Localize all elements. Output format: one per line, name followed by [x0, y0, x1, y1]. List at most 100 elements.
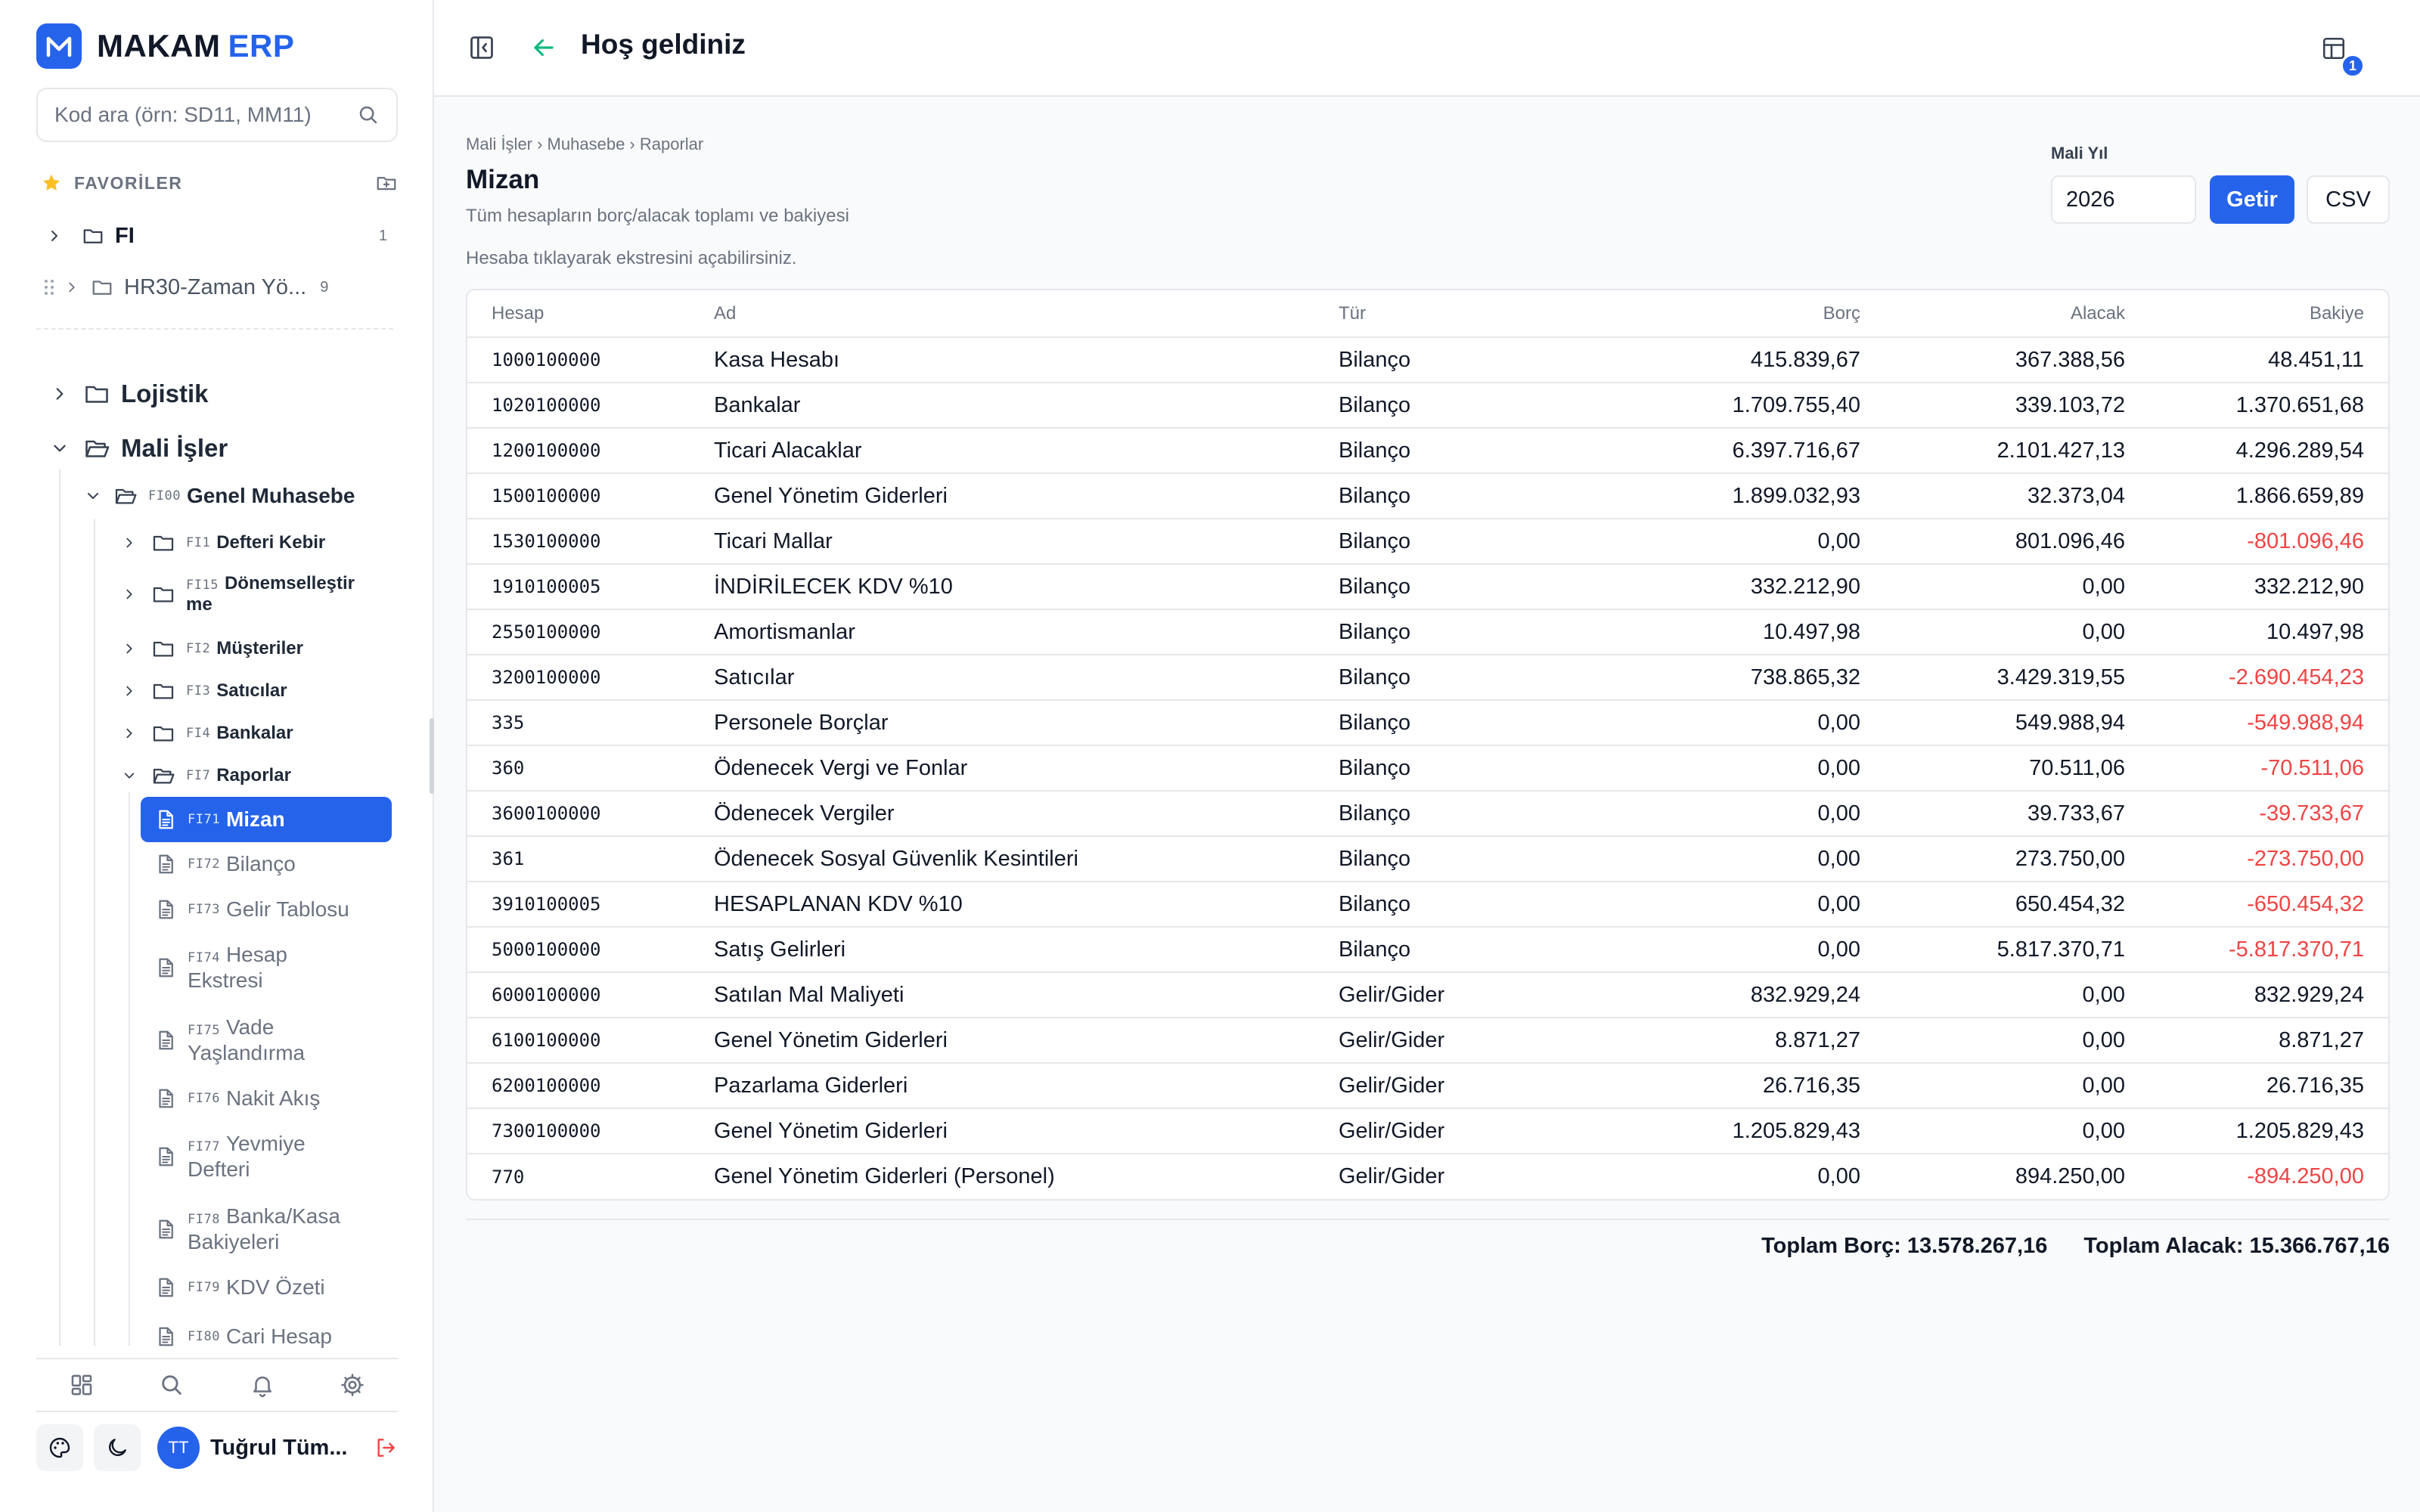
- table-row[interactable]: 770 Genel Yönetim Giderleri (Personel) Gel…: [467, 1154, 2388, 1199]
- table-row[interactable]: 3200100000 Satıcılar Bilanço 738.865,32 3.42…: [467, 655, 2388, 701]
- tree-item-mali-isler[interactable]: Mali İşler: [51, 434, 228, 463]
- tree-item-kdv-ozeti[interactable]: FI79 KDV Özeti: [154, 1275, 325, 1300]
- credit-cell: 650.454,32: [1860, 881, 2125, 928]
- tree-code: FI7: [186, 768, 211, 783]
- debit-cell: 1.205.829,43: [1543, 1108, 1860, 1154]
- table-row[interactable]: 6200100000 Pazarlama Giderleri Gelir/Gider…: [467, 1063, 2388, 1109]
- table-row[interactable]: 360 Ödenecek Vergi ve Fonlar Bilanço 0,00 70…: [467, 745, 2388, 792]
- table-row[interactable]: 2550100000 Amortismanlar Bilanço 10.497,98 0…: [467, 609, 2388, 655]
- tree-item-saticilar[interactable]: FI3 Satıcılar: [121, 679, 287, 703]
- table-row[interactable]: 1000100000 Kasa Hesabı Bilanço 415.839,67 36…: [467, 337, 2388, 383]
- sidebar-scrollbar[interactable]: [430, 718, 434, 794]
- column-header-alacak[interactable]: Alacak: [1860, 290, 2125, 338]
- code-search-input[interactable]: [54, 103, 357, 127]
- page-title: Mizan: [466, 165, 540, 194]
- bell-icon[interactable]: [250, 1372, 275, 1398]
- account-type-cell: Bilanço: [1339, 791, 1543, 837]
- tree-item-donemsellestirme[interactable]: FI15 Dönemselleştir me: [121, 573, 355, 615]
- debit-cell: 332.212,90: [1543, 564, 1860, 610]
- account-name-cell: Personele Borçlar: [714, 700, 1339, 746]
- credit-cell: 0,00: [1860, 1063, 2125, 1109]
- favorite-item-fi[interactable]: FI 1: [47, 219, 387, 253]
- folder-icon: [151, 679, 175, 703]
- palette-icon[interactable]: [36, 1424, 83, 1471]
- csv-button[interactable]: CSV: [2307, 175, 2390, 224]
- balance-cell: -273.750,00: [2125, 836, 2388, 882]
- chevron-right-icon: [121, 684, 138, 698]
- table-row[interactable]: 335 Personele Borçlar Bilanço 0,00 549.988,9…: [467, 700, 2388, 746]
- column-header-hesap[interactable]: Hesap: [467, 290, 714, 338]
- tree-item-banka-kasa[interactable]: FI78 Banka/Kasa Bakiyeleri: [154, 1204, 340, 1255]
- tree-item-genel-muhasebe[interactable]: FI00 Genel Muhasebe: [85, 484, 355, 508]
- account-name-cell: Genel Yönetim Giderleri (Personel): [714, 1164, 1055, 1188]
- notification-badge: 1: [2341, 54, 2364, 77]
- table-row[interactable]: 5000100000 Satış Gelirleri Bilanço 0,00 5.81…: [467, 927, 2388, 973]
- document-icon: [154, 1087, 177, 1110]
- table-row[interactable]: 1020100000 Bankalar Bilanço 1.709.755,40 339…: [467, 383, 2388, 429]
- tree-item-cari-hesap[interactable]: FI80 Cari Hesap: [154, 1320, 332, 1353]
- tree-item-vade-yaslandirma[interactable]: FI75 Vade Yaşlandırma: [154, 1015, 305, 1066]
- tree-label-cont: me: [186, 594, 213, 615]
- tree-item-hesap-ekstresi[interactable]: FI74 Hesap Ekstresi: [154, 942, 287, 993]
- tree-item-raporlar[interactable]: FI7 Raporlar: [121, 764, 291, 788]
- table-row[interactable]: 1500100000 Genel Yönetim Giderleri Bilanço…: [467, 473, 2388, 519]
- balance-cell: 26.716,35: [2125, 1063, 2388, 1109]
- balance-cell: -549.988,94: [2125, 700, 2388, 746]
- column-header-tur[interactable]: Tür: [1339, 290, 1543, 338]
- column-header-bakiye[interactable]: Bakiye: [2125, 290, 2388, 338]
- credit-cell: 0,00: [1860, 972, 2125, 1018]
- debit-cell: 26.716,35: [1543, 1063, 1860, 1109]
- tree-item-defteri-kebir[interactable]: FI1 Defteri Kebir: [121, 531, 325, 555]
- tree-item-yevmiye-defteri[interactable]: FI77 Yevmiye Defteri: [154, 1131, 306, 1182]
- credit-cell: 894.250,00: [2015, 1164, 2125, 1188]
- tree-item-lojistik[interactable]: Lojistik: [51, 380, 209, 408]
- table-row[interactable]: 3910100005 HESAPLANAN KDV %10 Bilanço 0,00 6…: [467, 881, 2388, 928]
- balance-cell: 4.296.289,54: [2125, 428, 2388, 474]
- table-row[interactable]: 6000100000 Satılan Mal Maliyeti Gelir/Gide…: [467, 972, 2388, 1018]
- avatar[interactable]: TT: [157, 1427, 200, 1469]
- column-header-ad[interactable]: Ad: [714, 290, 1339, 338]
- tree-item-bankalar[interactable]: FI4 Bankalar: [121, 721, 293, 745]
- add-folder-icon[interactable]: [375, 172, 398, 194]
- debit-cell: 832.929,24: [1543, 972, 1860, 1018]
- account-name-cell: Kasa Hesabı: [714, 337, 1339, 383]
- account-code-cell: 1200100000: [467, 428, 714, 474]
- user-name[interactable]: Tuğrul Tüm...: [210, 1436, 374, 1461]
- tree-item-bilanco[interactable]: FI72 Bilanço: [154, 851, 296, 877]
- fiscal-year-input[interactable]: [2051, 175, 2196, 224]
- account-name-cell: Satış Gelirleri: [714, 927, 1339, 973]
- search-icon[interactable]: [159, 1372, 185, 1398]
- totals-divider: [466, 1219, 2390, 1220]
- fetch-button[interactable]: Getir: [2210, 175, 2294, 224]
- arrow-left-icon[interactable]: [529, 33, 558, 62]
- document-icon: [154, 1276, 177, 1299]
- sidebar-toggle-icon[interactable]: [467, 33, 496, 62]
- favorite-item-hr30[interactable]: HR30-Zaman Yö... 9: [44, 271, 354, 304]
- table-row[interactable]: 6100100000 Genel Yönetim Giderleri Gelir/G…: [467, 1018, 2388, 1064]
- gear-icon[interactable]: [340, 1372, 365, 1398]
- account-code-cell: 2550100000: [467, 609, 714, 655]
- tree-item-gelir-tablosu[interactable]: FI73 Gelir Tablosu: [154, 897, 349, 922]
- favorite-count: 9: [320, 278, 329, 296]
- tree-item-mizan[interactable]: FI71 Mizan: [141, 797, 392, 842]
- search-icon[interactable]: [357, 104, 380, 126]
- moon-icon[interactable]: [94, 1424, 141, 1471]
- debit-cell: 415.839,67: [1543, 337, 1860, 383]
- account-code-cell: 7300100000: [467, 1108, 714, 1154]
- table-row[interactable]: 7300100000 Genel Yönetim Giderleri Gelir/G…: [467, 1108, 2388, 1154]
- tree-item-nakit-akis[interactable]: FI76 Nakit Akış: [154, 1086, 320, 1111]
- account-code-cell: 1500100000: [467, 473, 714, 519]
- table-row[interactable]: 1200100000 Ticari Alacaklar Bilanço 6.397.7…: [467, 428, 2388, 474]
- debit-cell: 0,00: [1543, 745, 1860, 792]
- table-row[interactable]: 3600100000 Ödenecek Vergiler Bilanço 0,00 39…: [467, 791, 2388, 837]
- drag-handle-icon[interactable]: [44, 279, 54, 296]
- table-row[interactable]: 361 Ödenecek Sosyal Güvenlik Kesintileri B…: [467, 836, 2388, 882]
- logout-icon[interactable]: [374, 1436, 398, 1460]
- tree-item-musteriler[interactable]: FI2 Müşteriler: [121, 637, 303, 661]
- grid-icon[interactable]: [69, 1372, 95, 1398]
- table-row[interactable]: 1530100000 Ticari Mallar Bilanço 0,00 801.09…: [467, 519, 2388, 565]
- tree-label: Müşteriler: [216, 638, 303, 658]
- table-row[interactable]: 1910100005 İNDİRİLECEK KDV %10 Bilanço 332.…: [467, 564, 2388, 610]
- account-name-cell: Ödenecek Vergi ve Fonlar: [714, 745, 1339, 792]
- column-header-borc[interactable]: Borç: [1543, 290, 1860, 338]
